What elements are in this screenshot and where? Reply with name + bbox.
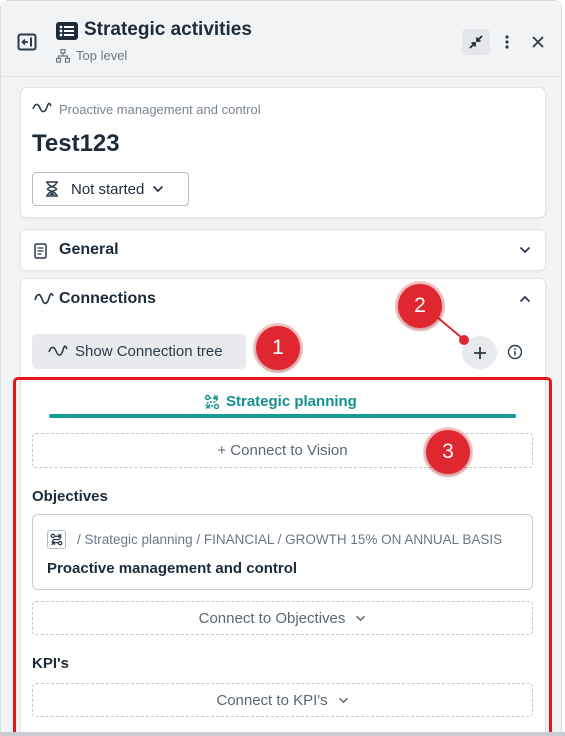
item-summary-card: Proactive management and control Test123… xyxy=(20,87,546,218)
collapse-panel-button[interactable] xyxy=(13,29,41,55)
chevron-up-icon[interactable] xyxy=(519,295,531,303)
callout-badge-2: 2 xyxy=(398,284,442,328)
minimize-button[interactable] xyxy=(462,29,490,55)
chevron-down-icon xyxy=(153,185,164,193)
panel-title: Strategic activities xyxy=(84,19,252,40)
general-section-title: General xyxy=(59,241,119,258)
collapse-panel-icon xyxy=(17,33,37,51)
general-section-header[interactable]: General xyxy=(20,229,546,271)
activity-wave-icon xyxy=(32,102,52,113)
connections-section-title[interactable]: Connections xyxy=(59,290,156,308)
close-button[interactable] xyxy=(524,29,552,55)
minimize-icon xyxy=(469,35,483,49)
callout-badge-1: 1 xyxy=(256,326,300,370)
panel-header: Strategic activities Top level xyxy=(1,1,561,77)
show-connection-tree-label: Show Connection tree xyxy=(75,343,223,360)
add-connection-button[interactable] xyxy=(462,336,497,369)
highlight-frame xyxy=(13,377,552,736)
bottom-edge xyxy=(0,732,565,736)
activity-wave-icon xyxy=(48,345,68,356)
item-breadcrumb[interactable]: Proactive management and control xyxy=(59,102,261,117)
item-title: Test123 xyxy=(32,130,120,157)
more-vertical-icon xyxy=(505,35,509,49)
info-button[interactable] xyxy=(506,343,524,361)
status-dropdown[interactable]: Not started xyxy=(32,172,189,206)
hourglass-icon xyxy=(46,181,58,197)
show-connection-tree-button[interactable]: Show Connection tree xyxy=(32,334,246,369)
info-icon xyxy=(507,344,523,360)
panel-subtitle: Top level xyxy=(76,48,128,63)
status-label: Not started xyxy=(71,180,145,198)
hierarchy-icon xyxy=(56,49,70,63)
chevron-down-icon xyxy=(519,246,531,254)
list-icon xyxy=(56,22,78,40)
plus-icon xyxy=(473,346,486,359)
document-icon xyxy=(34,243,47,259)
callout-badge-3: 3 xyxy=(426,430,470,474)
more-options-button[interactable] xyxy=(493,29,521,55)
close-icon xyxy=(532,36,544,48)
activity-wave-icon xyxy=(34,292,54,305)
